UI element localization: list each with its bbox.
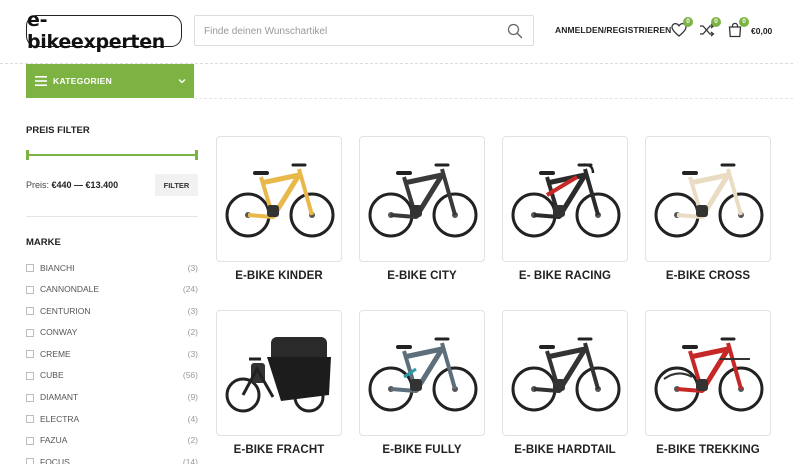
cart-button[interactable]: 0 [727, 17, 749, 38]
cart-count-badge: 0 [739, 17, 749, 27]
page: e-bikeexperten ANMELDEN/REGISTRIEREN 0 0 [0, 0, 793, 464]
brand-count: (14) [182, 456, 198, 464]
brand-count: (56) [182, 370, 198, 381]
brand-checkbox[interactable] [26, 307, 34, 316]
product-category-title[interactable]: E-BIKE CROSS [645, 270, 771, 282]
brand-name: FAZUA [40, 435, 68, 446]
brand-name: BIANCHI [40, 262, 75, 273]
compare-button[interactable]: 0 [699, 17, 721, 38]
product-category-title[interactable]: E-BIKE FRACHT [216, 444, 342, 456]
brand-filter-item[interactable]: CENTURION (3) [26, 302, 198, 324]
product-category-title[interactable]: E-BIKE KINDER [216, 270, 342, 282]
price-filter-title: PREIS FILTER [26, 125, 90, 136]
brand-filter-item[interactable]: ELECTRA (4) [26, 410, 198, 432]
brand-checkbox[interactable] [26, 350, 34, 359]
brand-filter-item[interactable]: CONWAY (2) [26, 324, 198, 346]
sidebar-divider [26, 216, 198, 217]
brand-count: (9) [187, 392, 198, 403]
price-slider-track [26, 154, 198, 156]
brand-name: CREME [40, 348, 71, 359]
login-register-link[interactable]: ANMELDEN/REGISTRIEREN [555, 25, 671, 35]
brand-name: CONWAY [40, 327, 78, 338]
brand-filter-item[interactable]: BIANCHI (3) [26, 259, 198, 281]
brand-filter-item[interactable]: CREME (3) [26, 345, 198, 367]
brand-filter-title: MARKE [26, 237, 61, 248]
price-range-text: Preis: €440 — €13.400 [26, 180, 118, 190]
brand-filter-item[interactable]: CANNONDALE (24) [26, 281, 198, 303]
brand-filter-item[interactable]: CUBE (56) [26, 367, 198, 389]
categories-label: KATEGORIEN [53, 76, 113, 86]
price-slider-max-handle[interactable] [195, 150, 198, 160]
brand-list: BIANCHI (3) CANNONDALE (24) CENTURION (3) CONW… [26, 259, 198, 464]
hardtail-ebike-image[interactable] [502, 310, 628, 436]
city-ebike-image[interactable] [359, 136, 485, 262]
brand-checkbox[interactable] [26, 458, 34, 464]
brand-checkbox[interactable] [26, 436, 34, 445]
wishlist-count-badge: 0 [683, 17, 693, 27]
product-category-title[interactable]: E- BIKE RACING [502, 270, 628, 282]
brand-name: CUBE [40, 370, 64, 381]
brand-count: (2) [187, 435, 198, 446]
cargo-ebike-image[interactable] [216, 310, 342, 436]
product-category-title[interactable]: E-BIKE CITY [359, 270, 485, 282]
product-category-title[interactable]: E-BIKE FULLY [359, 444, 485, 456]
price-range-value: €440 — €13.400 [51, 180, 119, 190]
brand-filter-item[interactable]: DIAMANT (9) [26, 389, 198, 411]
brand-checkbox[interactable] [26, 371, 34, 380]
site-header: e-bikeexperten ANMELDEN/REGISTRIEREN 0 0 [0, 0, 793, 64]
brand-checkbox[interactable] [26, 264, 34, 272]
brand-count: (24) [182, 284, 198, 295]
brand-filter-item[interactable]: FOCUS (14) [26, 453, 198, 464]
site-logo[interactable]: e-bikeexperten [26, 9, 182, 53]
compare-count-badge: 0 [711, 17, 721, 27]
filter-button[interactable]: FILTER [155, 174, 198, 196]
brand-count: (3) [187, 348, 198, 359]
brand-checkbox[interactable] [26, 415, 34, 424]
brand-count: (4) [187, 413, 198, 424]
brand-name: FOCUS [40, 456, 70, 464]
kids-ebike-image[interactable] [216, 136, 342, 262]
brand-checkbox[interactable] [26, 285, 34, 294]
cart-total[interactable]: €0,00 [751, 26, 772, 36]
racing-ebike-image[interactable] [502, 136, 628, 262]
cross-ebike-image[interactable] [645, 136, 771, 262]
brand-checkbox[interactable] [26, 328, 34, 337]
hamburger-menu-icon [35, 76, 47, 86]
brand-name: CENTURION [40, 305, 91, 316]
brand-name: DIAMANT [40, 392, 79, 403]
price-range-slider [26, 150, 198, 160]
price-slider-min-handle[interactable] [26, 150, 29, 160]
brand-checkbox[interactable] [26, 393, 34, 402]
search-input[interactable] [204, 23, 494, 40]
product-category-title[interactable]: E-BIKE HARDTAIL [502, 444, 628, 456]
categories-menu-button[interactable]: KATEGORIEN [26, 64, 194, 98]
fully-ebike-image[interactable] [359, 310, 485, 436]
brand-filter-item[interactable]: FAZUA (2) [26, 432, 198, 454]
product-category-title[interactable]: E-BIKE TREKKING [645, 444, 771, 456]
brand-count: (3) [187, 262, 198, 273]
brand-count: (3) [187, 305, 198, 316]
wishlist-button[interactable]: 0 [671, 17, 693, 38]
trekking-ebike-image[interactable] [645, 310, 771, 436]
price-prefix: Preis: [26, 180, 50, 190]
chevron-down-icon [178, 79, 186, 84]
header-separator [194, 98, 793, 99]
brand-name: CANNONDALE [40, 284, 100, 295]
brand-count: (2) [187, 327, 198, 338]
search-box [194, 15, 534, 46]
brand-name: ELECTRA [40, 413, 80, 424]
search-icon[interactable] [507, 23, 523, 39]
